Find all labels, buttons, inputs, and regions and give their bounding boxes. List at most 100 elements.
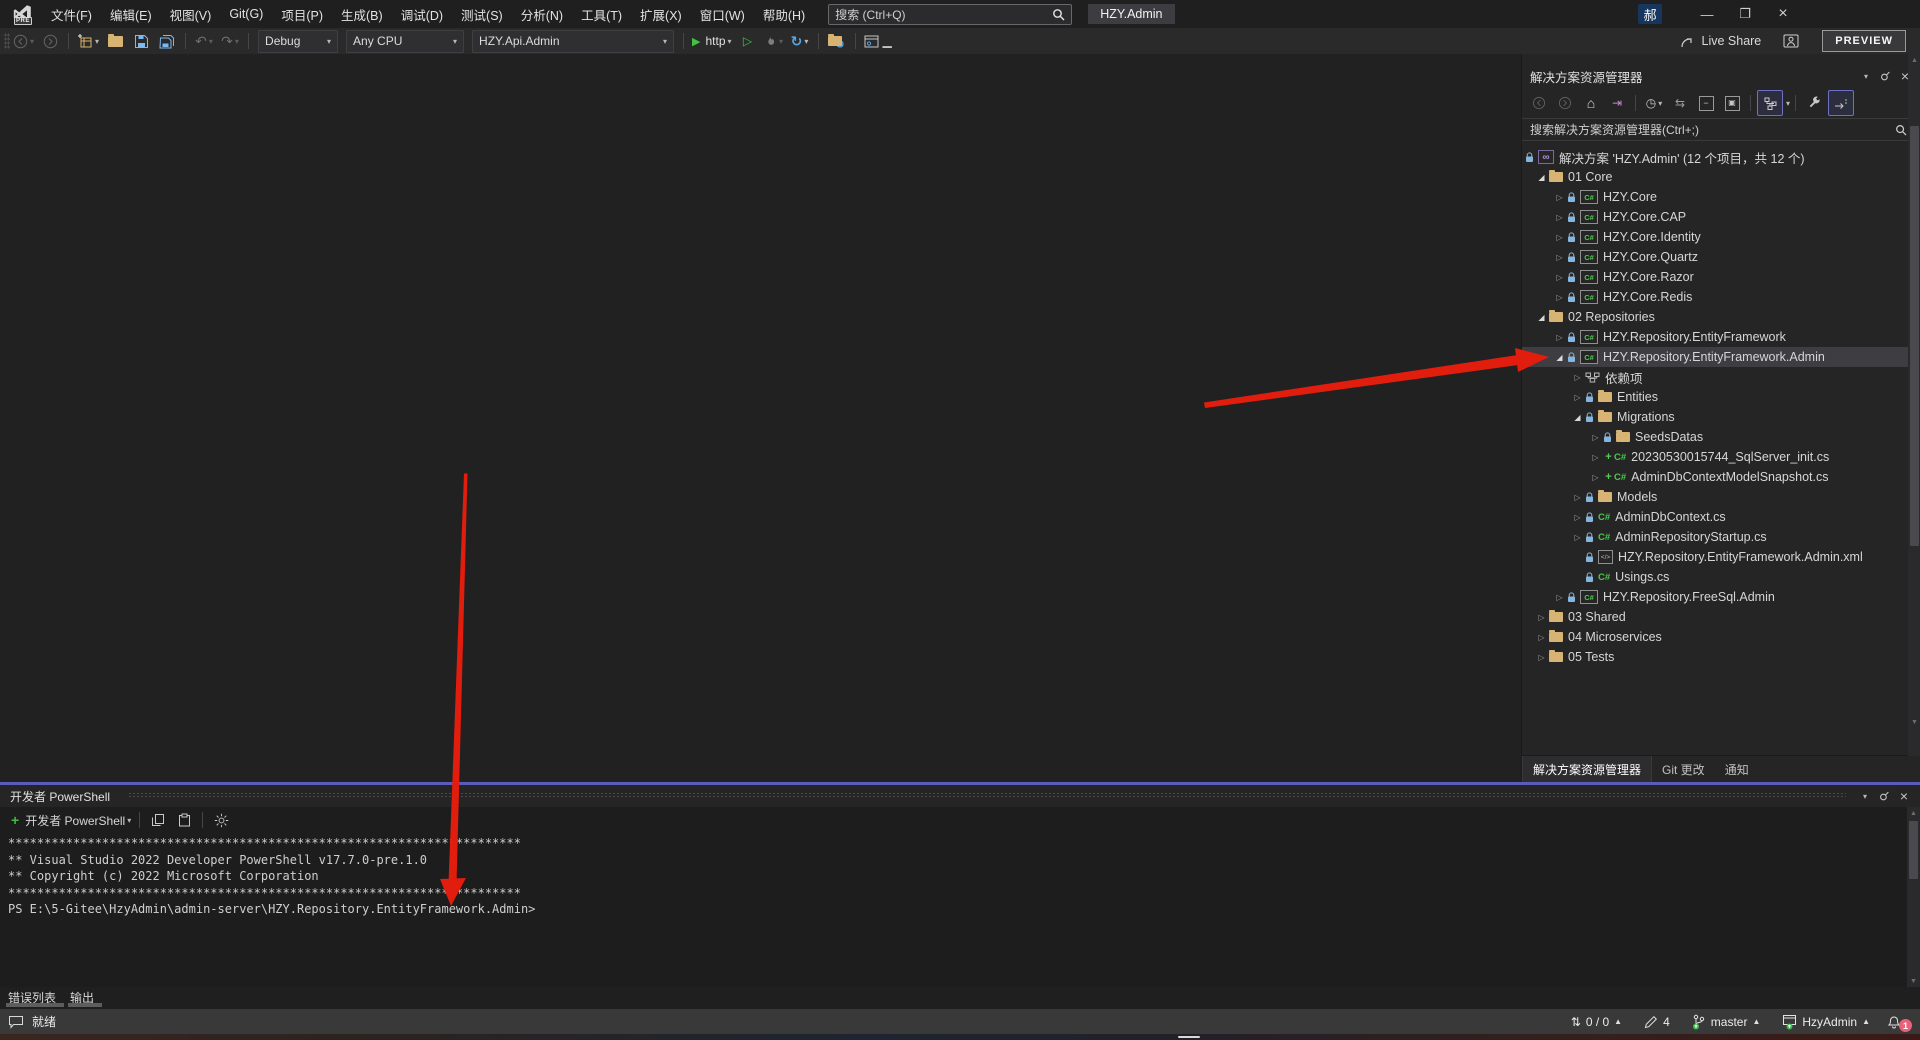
tree-collapsed-icon[interactable]: ▷	[1552, 273, 1567, 282]
terminal-settings-button[interactable]	[209, 809, 233, 831]
tree-collapsed-icon[interactable]: ▷	[1552, 293, 1567, 302]
scrollbar-thumb[interactable]	[1910, 126, 1919, 546]
navigate-back-button[interactable]: ▾	[11, 30, 36, 52]
tree-collapsed-icon[interactable]: ▷	[1534, 613, 1549, 622]
menu-item[interactable]: 分析(N)	[512, 0, 572, 28]
start-debugging-button[interactable]: ▶ http ▾	[690, 30, 734, 52]
panel-tab[interactable]: 解决方案资源管理器	[1522, 756, 1652, 782]
tree-item[interactable]: ▷03 Shared	[1522, 607, 1920, 627]
tree-collapsed-icon[interactable]: ▷	[1552, 333, 1567, 342]
menu-item[interactable]: 测试(S)	[452, 0, 512, 28]
sync-selection-button[interactable]: ⇆	[1668, 92, 1692, 114]
branch-selector[interactable]: master ▲	[1686, 1009, 1767, 1034]
solution-explorer-scrollbar[interactable]: ▲ ▼	[1908, 54, 1920, 756]
redo-button[interactable]: ↷▾	[218, 30, 242, 52]
solution-explorer-search-box[interactable]: 搜索解决方案资源管理器(Ctrl+;) ▾	[1522, 118, 1920, 141]
se-home-button[interactable]: ⌂	[1579, 92, 1603, 114]
solutions-folders-toggle-button[interactable]	[1757, 90, 1783, 116]
tree-expanded-icon[interactable]: ◢	[1570, 413, 1585, 422]
terminal-output[interactable]: ****************************************…	[0, 833, 1920, 987]
tree-item[interactable]: ▷Models	[1522, 487, 1920, 507]
terminal-scroll-down-icon[interactable]: ▼	[1907, 975, 1920, 987]
tree-collapsed-icon[interactable]: ▷	[1552, 233, 1567, 242]
save-all-button[interactable]	[155, 30, 179, 52]
hot-reload-button[interactable]: ▾	[762, 30, 786, 52]
restore-button[interactable]: ❐	[1726, 1, 1764, 27]
notifications-button[interactable]: 1	[1886, 1013, 1910, 1030]
new-project-button[interactable]: ▾	[75, 30, 101, 52]
tree-item-selected[interactable]: ◢C#HZY.Repository.EntityFramework.Admin	[1522, 347, 1920, 367]
menu-item[interactable]: 帮助(H)	[754, 0, 814, 28]
tree-item[interactable]: ◢01 Core	[1522, 167, 1920, 187]
terminal-window-position-button[interactable]: ▾	[1854, 787, 1874, 805]
terminal-scroll-up-icon[interactable]: ▲	[1907, 807, 1920, 819]
tree-item[interactable]: ▷C#HZY.Core.Quartz	[1522, 247, 1920, 267]
tree-collapsed-icon[interactable]: ▷	[1570, 393, 1585, 402]
tree-item[interactable]: ▷C#AdminRepositoryStartup.cs	[1522, 527, 1920, 547]
minimize-button[interactable]: —	[1688, 1, 1726, 27]
scroll-down-icon[interactable]: ▼	[1908, 716, 1920, 728]
feedback-button[interactable]	[1783, 34, 1800, 49]
browser-window-button[interactable]: ▁	[862, 30, 894, 52]
terminal-scrollbar-thumb[interactable]	[1909, 821, 1918, 879]
tree-item[interactable]: ▷C#AdminDbContext.cs	[1522, 507, 1920, 527]
terminal-close-button[interactable]: ×	[1894, 787, 1914, 805]
quick-search-box[interactable]: 搜索 (Ctrl+Q)	[828, 4, 1072, 25]
scroll-up-icon[interactable]: ▲	[1908, 54, 1920, 66]
tree-collapsed-icon[interactable]: ▷	[1534, 653, 1549, 662]
menu-item[interactable]: 文件(F)	[42, 0, 101, 28]
platform-combo[interactable]: Any CPU ▾	[346, 30, 464, 53]
toolbar-grip[interactable]	[4, 33, 10, 49]
configuration-combo[interactable]: Debug ▾	[258, 30, 338, 53]
save-button[interactable]	[129, 30, 153, 52]
tree-item[interactable]: C#Usings.cs	[1522, 567, 1920, 587]
terminal-pin-button[interactable]: ⚲	[1874, 787, 1894, 805]
tool-window-tab[interactable]: 输出	[70, 987, 94, 1006]
tree-collapsed-icon[interactable]: ▷	[1552, 253, 1567, 262]
tree-item[interactable]: ▷C#HZY.Core.Redis	[1522, 287, 1920, 307]
tree-item[interactable]: ▷04 Microservices	[1522, 627, 1920, 647]
collapse-all-button[interactable]: −	[1694, 92, 1718, 114]
window-position-button[interactable]: ▾	[1855, 67, 1875, 85]
navigate-forward-button[interactable]	[38, 30, 62, 52]
live-share-button[interactable]: Live Share	[1680, 34, 1762, 49]
tree-item[interactable]: ▷C#HZY.Core	[1522, 187, 1920, 207]
start-without-debugging-button[interactable]: ▷	[736, 30, 760, 52]
repository-selector[interactable]: HzyAdmin ▲	[1776, 1009, 1876, 1034]
tool-window-tab[interactable]: 错误列表	[8, 987, 56, 1006]
tree-collapsed-icon[interactable]: ▷	[1570, 513, 1585, 522]
menu-item[interactable]: 窗口(W)	[691, 0, 754, 28]
menu-item[interactable]: 生成(B)	[332, 0, 392, 28]
menu-item[interactable]: 扩展(X)	[631, 0, 691, 28]
solution-name-badge[interactable]: HZY.Admin	[1088, 4, 1174, 24]
tree-item[interactable]: ▷SeedsDatas	[1522, 427, 1920, 447]
tree-collapsed-icon[interactable]: ▷	[1552, 213, 1567, 222]
menu-item[interactable]: 视图(V)	[161, 0, 221, 28]
tree-collapsed-icon[interactable]: ▷	[1570, 493, 1585, 502]
tree-collapsed-icon[interactable]: ▷	[1570, 533, 1585, 542]
copy-button[interactable]	[146, 809, 170, 831]
open-folder-button[interactable]	[103, 30, 127, 52]
tree-collapsed-icon[interactable]: ▷	[1552, 593, 1567, 602]
sync-with-active-document-button[interactable]: ⇥	[1605, 92, 1629, 114]
paste-button[interactable]	[172, 809, 196, 831]
tree-collapsed-icon[interactable]: ▷	[1570, 373, 1585, 382]
tree-expanded-icon[interactable]: ◢	[1534, 173, 1549, 182]
tree-expanded-icon[interactable]: ◢	[1552, 353, 1567, 362]
tree-collapsed-icon[interactable]: ▷	[1588, 433, 1603, 442]
tree-item[interactable]: ∞解决方案 'HZY.Admin' (12 个项目，共 12 个)	[1522, 147, 1920, 167]
terminal-drag-grip[interactable]	[128, 793, 1846, 799]
menu-item[interactable]: 项目(P)	[272, 0, 332, 28]
toggle-dropdown-icon[interactable]: ▾	[1786, 99, 1790, 108]
menu-item[interactable]: 工具(T)	[572, 0, 631, 28]
undo-button[interactable]: ↶▾	[192, 30, 216, 52]
tree-item[interactable]: ▷C#HZY.Core.CAP	[1522, 207, 1920, 227]
tree-item[interactable]: ▷05 Tests	[1522, 647, 1920, 667]
startup-project-combo[interactable]: HZY.Api.Admin ▾	[472, 30, 674, 53]
account-avatar[interactable]: 郝	[1638, 4, 1662, 24]
pending-edits-status[interactable]: 4	[1638, 1009, 1676, 1034]
se-forward-button[interactable]	[1553, 92, 1577, 114]
preview-feature-button[interactable]: PREVIEW	[1822, 30, 1906, 52]
menu-item[interactable]: 调试(D)	[392, 0, 452, 28]
se-back-button[interactable]	[1527, 92, 1551, 114]
